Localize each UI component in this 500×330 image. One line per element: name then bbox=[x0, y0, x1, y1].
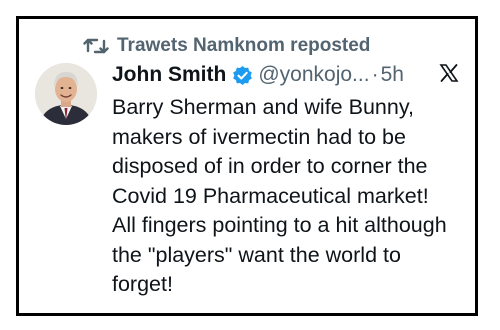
tweet-text-line: disposed of in order to corner the bbox=[112, 154, 428, 178]
tweet-card[interactable]: Trawets Namknom reposted John Smith @yon… bbox=[16, 16, 478, 316]
tweet-text: Barry Sherman and wife Bunny, makers of … bbox=[112, 93, 464, 300]
author-name[interactable]: John Smith bbox=[112, 63, 226, 87]
tweet-text-line: makers of ivermectin had to be bbox=[112, 124, 406, 149]
tweet-header: John Smith @yonkojo... · 5h bbox=[112, 63, 459, 87]
repost-icon bbox=[83, 38, 109, 54]
meta-separator: · bbox=[371, 63, 379, 86]
tweet-text-line: All fingers pointing to a hit although bbox=[112, 213, 447, 237]
tweet-text-line: Barry Sherman and wife Bunny, bbox=[112, 95, 414, 119]
tweet-text-line: Covid 19 Pharmaceutical market! bbox=[112, 183, 429, 208]
verified-badge-icon bbox=[233, 65, 253, 85]
tweet-text-line: the "players" want the world to bbox=[112, 242, 401, 267]
x-logo-icon[interactable] bbox=[439, 63, 459, 83]
repost-label[interactable]: Trawets Namknom reposted bbox=[117, 35, 370, 57]
avatar-image bbox=[35, 63, 97, 125]
author-handle[interactable]: @yonkojo... bbox=[258, 63, 369, 87]
avatar[interactable] bbox=[35, 63, 97, 125]
tweet-timestamp[interactable]: 5h bbox=[381, 63, 404, 87]
tweet-text-line: forget! bbox=[112, 272, 173, 296]
repost-indicator[interactable]: Trawets Namknom reposted bbox=[83, 35, 370, 57]
